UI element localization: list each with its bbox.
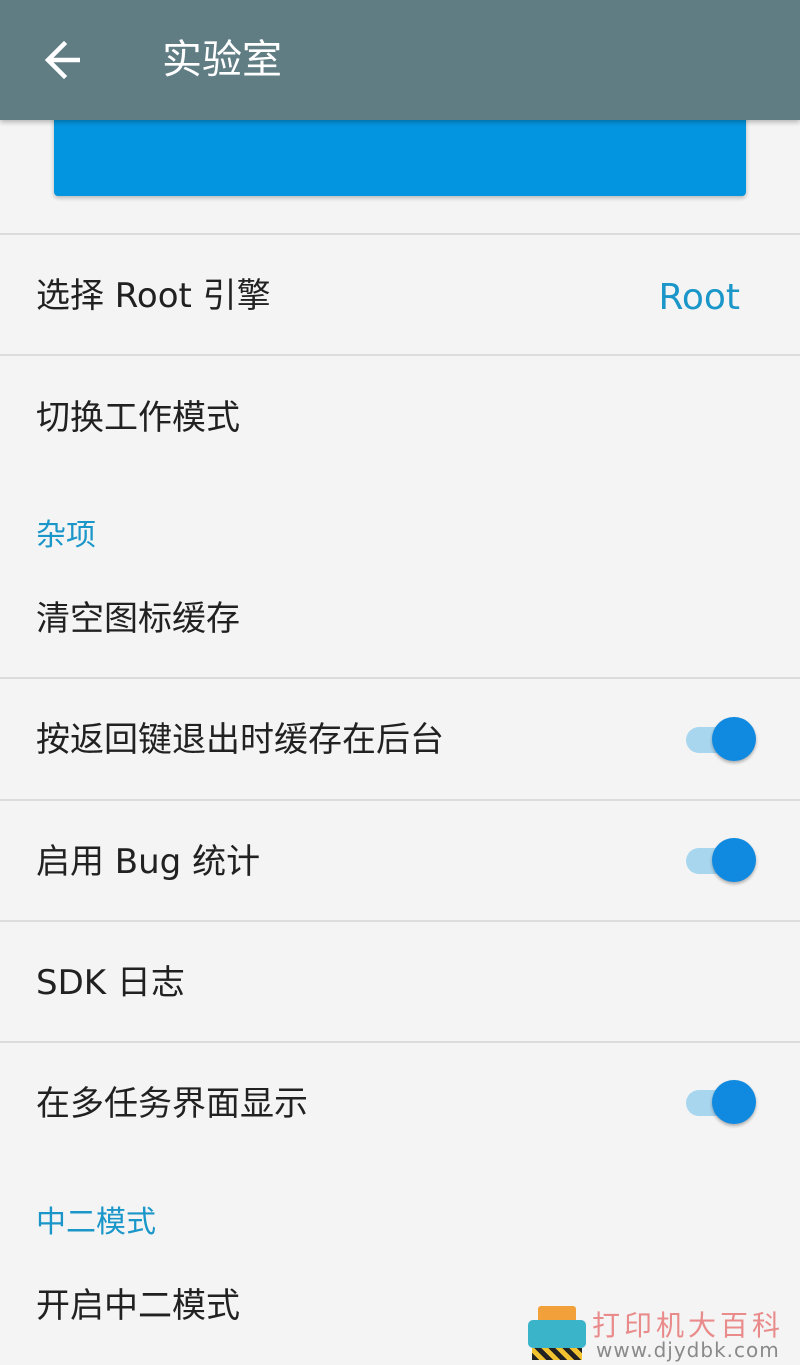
show-in-recents-toggle[interactable] [686, 1080, 758, 1126]
cache-on-back-toggle[interactable] [686, 717, 758, 763]
header-banner [54, 110, 746, 196]
toggle-thumb [712, 838, 756, 882]
cache-on-back-label: 按返回键退出时缓存在后台 [36, 720, 444, 760]
watermark-url: www.djydbk.com [596, 1338, 780, 1362]
section-header-misc: 杂项 [36, 518, 96, 553]
toggle-thumb [712, 717, 756, 761]
app-bar: 实验室 [0, 0, 800, 120]
arrow-left-icon [44, 40, 80, 80]
bug-stats-toggle[interactable] [686, 838, 758, 884]
section-header-chuuni: 中二模式 [36, 1205, 156, 1240]
clear-icon-cache-label: 清空图标缓存 [36, 599, 240, 639]
toggle-thumb [712, 1080, 756, 1124]
show-in-recents-label: 在多任务界面显示 [36, 1084, 308, 1124]
root-engine-value: Root [658, 277, 740, 318]
printer-logo-icon [526, 1306, 588, 1362]
watermark: 打印机大百科 www.djydbk.com [526, 1300, 800, 1365]
back-button[interactable] [30, 30, 90, 90]
switch-mode-label: 切换工作模式 [36, 398, 240, 438]
sdk-log-label: SDK 日志 [36, 963, 185, 1003]
bug-stats-label: 启用 Bug 统计 [36, 842, 261, 882]
lab-settings-screen: 实验室 选择 Root 引擎 Root 切换工作模式 杂项 清空图标缓存 按返回… [0, 0, 800, 1365]
page-title: 实验室 [162, 37, 282, 83]
root-engine-label: 选择 Root 引擎 [36, 276, 271, 316]
chuuni-mode-label: 开启中二模式 [36, 1286, 240, 1326]
